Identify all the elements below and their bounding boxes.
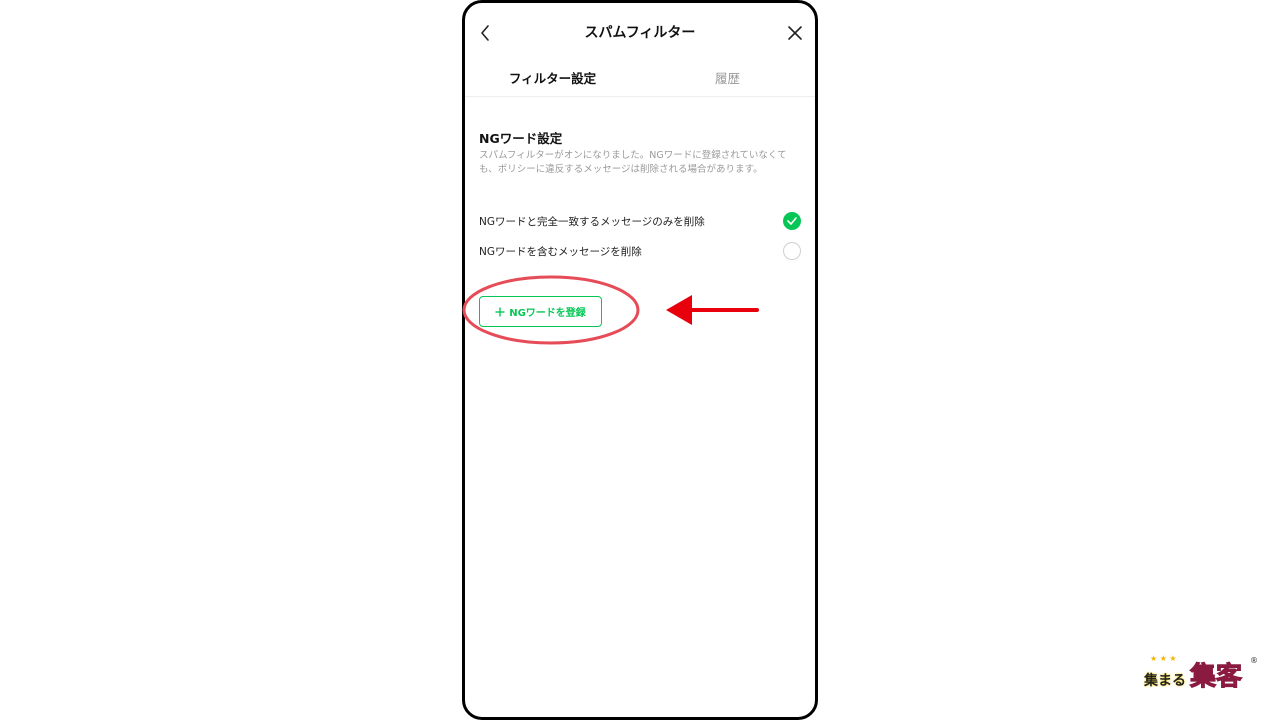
add-button-label: NGワードを登録 [509, 308, 586, 319]
close-icon [788, 26, 802, 40]
page-title: スパムフィルター [584, 25, 696, 41]
logo-text-large: 集客 [1189, 662, 1243, 693]
section-description: スパムフィルターがオンになりました。NGワードに登録されていなくても、ポリシーに… [479, 150, 787, 175]
svg-text:★ ★ ★: ★ ★ ★ [1150, 654, 1177, 663]
check-icon [787, 217, 797, 225]
logo-text-small: 集まる [1144, 673, 1186, 689]
radio-checked[interactable] [783, 212, 801, 230]
option-label: NGワードと完全一致するメッセージのみを削除 [479, 215, 705, 228]
header: スパムフィルター [465, 3, 815, 59]
screen: スパムフィルター フィルター設定 履歴 NGワード設定 スパムフィルターがオンに… [0, 0, 1280, 720]
option-label: NGワードを含むメッセージを削除 [479, 245, 642, 258]
svg-text:®: ® [1250, 656, 1258, 665]
tab-history[interactable]: 履歴 [640, 59, 815, 96]
brand-logo: ★ ★ ★ ® 集まる 集客 [1140, 652, 1260, 693]
close-button[interactable] [783, 19, 807, 47]
phone-frame: スパムフィルター フィルター設定 履歴 NGワード設定 スパムフィルターがオンに… [462, 0, 818, 720]
option-exact-match[interactable]: NGワードと完全一致するメッセージのみを削除 [479, 209, 801, 233]
tab-bar: フィルター設定 履歴 [465, 59, 815, 97]
tab-filter-settings[interactable]: フィルター設定 [465, 59, 640, 96]
option-contains[interactable]: NGワードを含むメッセージを削除 [479, 239, 801, 263]
add-ng-word-button[interactable]: NGワードを登録 [479, 296, 602, 327]
radio-unchecked[interactable] [783, 242, 801, 260]
section-title: NGワード設定 [479, 131, 563, 146]
plus-icon [495, 307, 505, 316]
